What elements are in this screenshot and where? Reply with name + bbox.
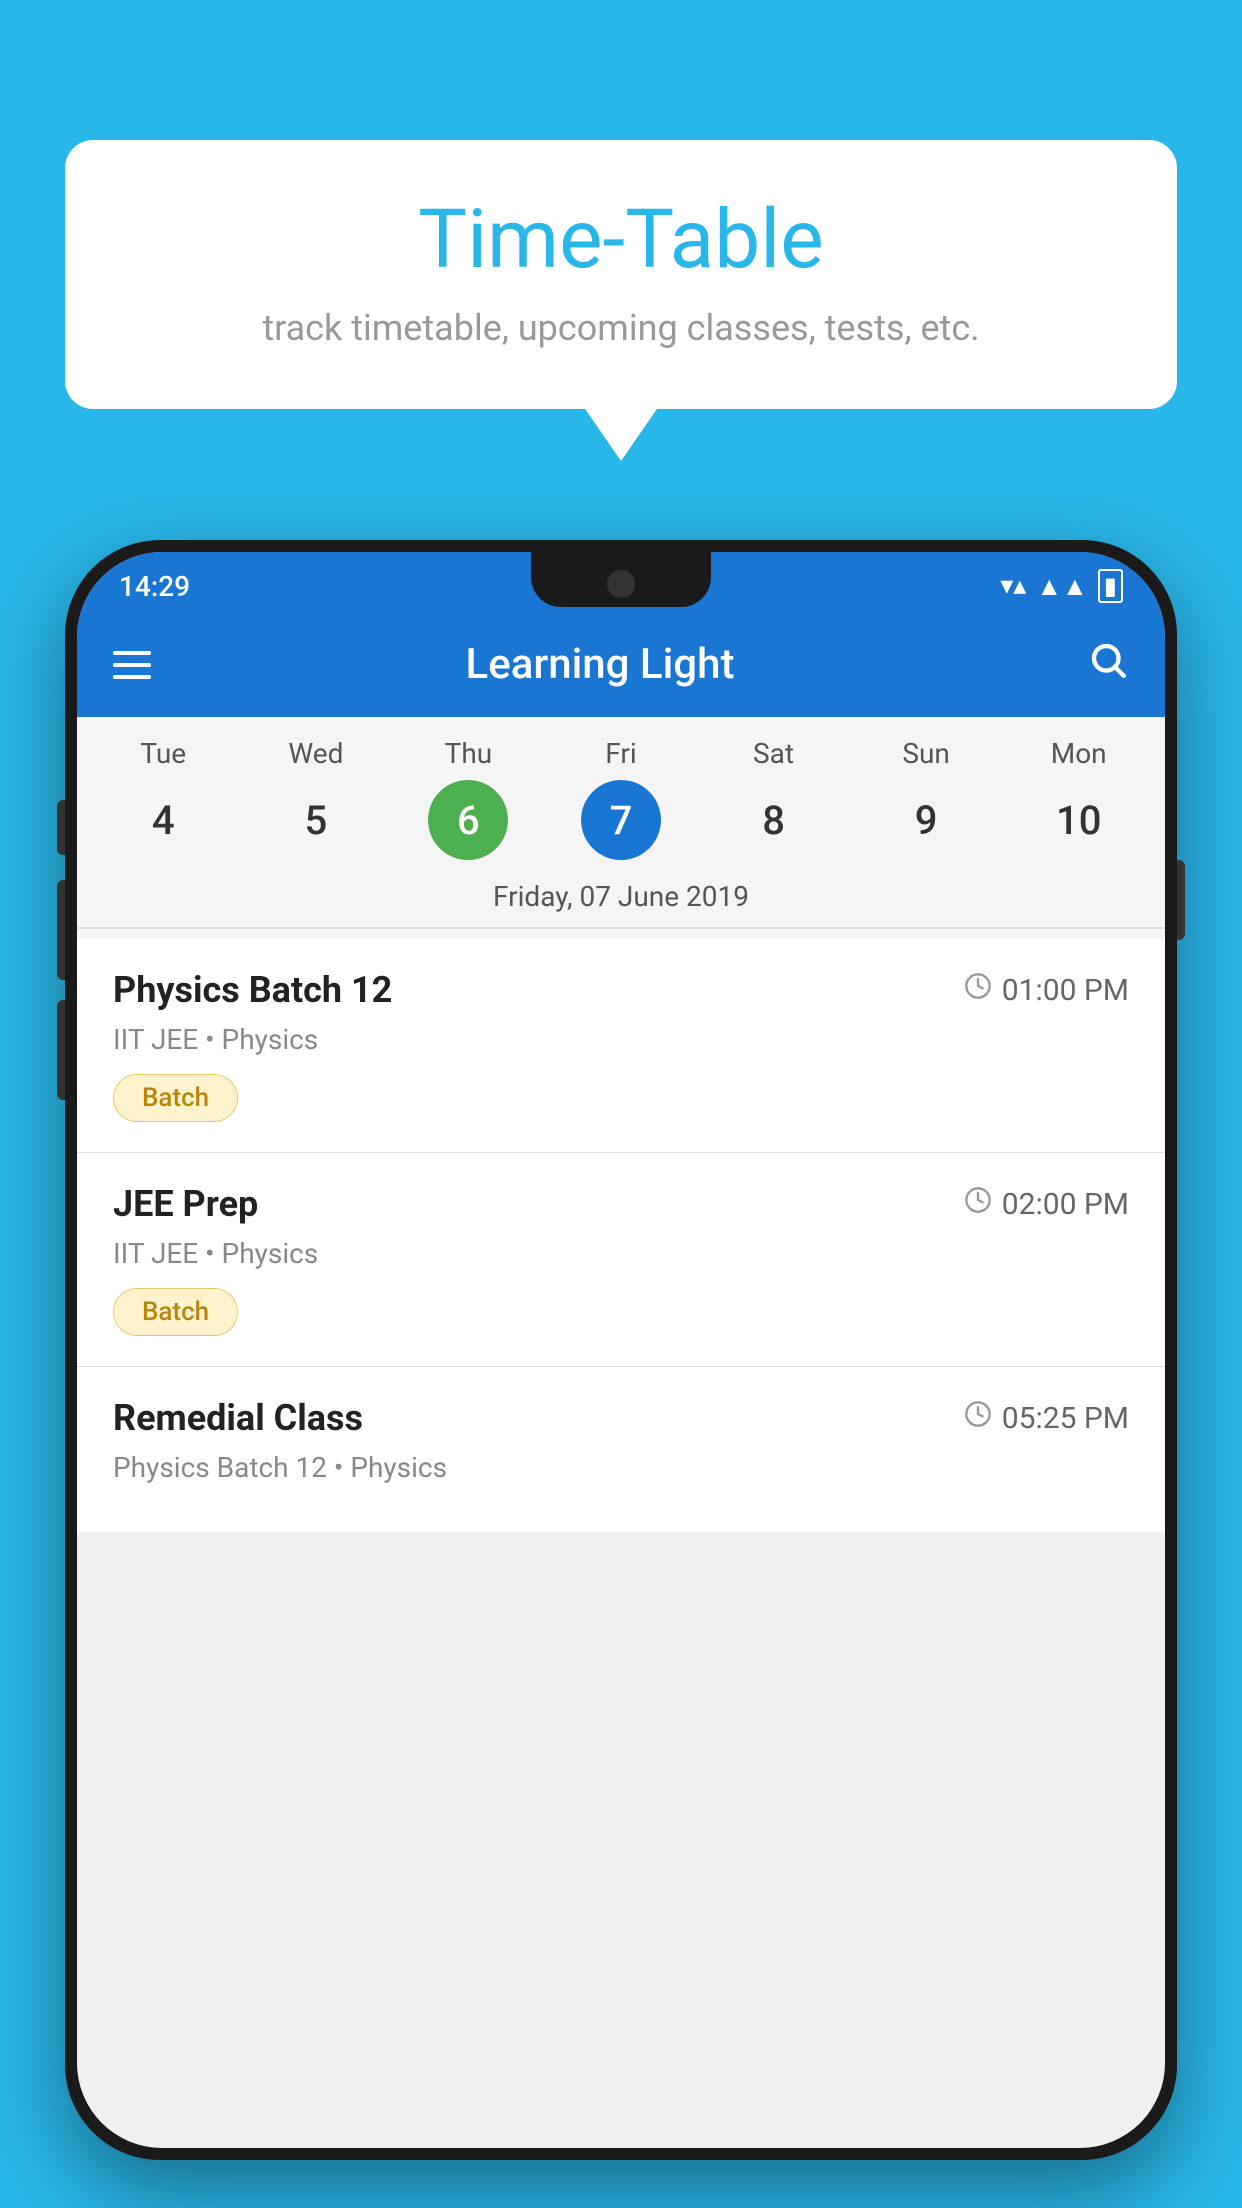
schedule-time-3: 05:25 PM — [964, 1400, 1129, 1436]
hamburger-line-1 — [113, 651, 151, 655]
phone-wrapper: 14:29 ▾▴ ▲▲ ▮ Learning Light — [65, 540, 1177, 2208]
day-names-row: Tue Wed Thu Fri Sat Sun Mon — [77, 737, 1165, 770]
schedule-subtitle-1: IIT JEE • Physics — [113, 1023, 1129, 1056]
status-icons: ▾▴ ▲▲ ▮ — [1000, 569, 1123, 603]
time-label-2: 02:00 PM — [1002, 1187, 1129, 1222]
day-name-mon: Mon — [1002, 737, 1155, 770]
day-4[interactable]: 4 — [87, 780, 240, 860]
schedule-title-2: JEE Prep — [113, 1183, 258, 1225]
calendar-divider — [77, 927, 1165, 929]
phone-frame: 14:29 ▾▴ ▲▲ ▮ Learning Light — [65, 540, 1177, 2160]
signal-icon: ▲▲ — [1036, 571, 1087, 602]
day-5[interactable]: 5 — [240, 780, 393, 860]
day-8[interactable]: 8 — [697, 780, 850, 860]
app-bar: Learning Light — [77, 612, 1165, 717]
selected-date-label: Friday, 07 June 2019 — [77, 872, 1165, 927]
schedule-item-1[interactable]: Physics Batch 12 01:00 PM IIT JEE • P — [77, 939, 1165, 1153]
day-name-wed: Wed — [240, 737, 393, 770]
schedule-item-1-header: Physics Batch 12 01:00 PM — [113, 969, 1129, 1011]
hamburger-line-2 — [113, 663, 151, 667]
schedule-list: Physics Batch 12 01:00 PM IIT JEE • P — [77, 939, 1165, 1532]
calendar-strip: Tue Wed Thu Fri Sat Sun Mon 4 5 6 7 8 9 … — [77, 717, 1165, 939]
hamburger-line-3 — [113, 675, 151, 679]
phone-notch — [531, 552, 711, 607]
day-name-thu: Thu — [392, 737, 545, 770]
volume-up-button — [57, 880, 65, 980]
day-name-sat: Sat — [697, 737, 850, 770]
schedule-item-3[interactable]: Remedial Class 05:25 PM Physics Batch — [77, 1367, 1165, 1532]
day-name-sun: Sun — [850, 737, 1003, 770]
speech-bubble: Time-Table track timetable, upcoming cla… — [65, 140, 1177, 409]
volume-down-button — [57, 1000, 65, 1100]
schedule-title-1: Physics Batch 12 — [113, 969, 392, 1011]
power-button — [1177, 860, 1185, 940]
time-label-3: 05:25 PM — [1002, 1401, 1129, 1436]
day-name-fri: Fri — [545, 737, 698, 770]
bubble-title: Time-Table — [125, 195, 1117, 285]
schedule-time-1: 01:00 PM — [964, 972, 1129, 1008]
schedule-item-2[interactable]: JEE Prep 02:00 PM IIT JEE • Physics — [77, 1153, 1165, 1367]
wifi-icon: ▾▴ — [1000, 571, 1026, 601]
day-6-today[interactable]: 6 — [428, 780, 508, 860]
battery-icon: ▮ — [1098, 569, 1123, 603]
batch-badge-2: Batch — [113, 1288, 238, 1336]
bubble-subtitle: track timetable, upcoming classes, tests… — [125, 307, 1117, 349]
day-10[interactable]: 10 — [1002, 780, 1155, 860]
schedule-time-2: 02:00 PM — [964, 1186, 1129, 1222]
schedule-item-2-header: JEE Prep 02:00 PM — [113, 1183, 1129, 1225]
batch-badge-1: Batch — [113, 1074, 238, 1122]
volume-silent-button — [57, 800, 65, 855]
speech-bubble-container: Time-Table track timetable, upcoming cla… — [65, 140, 1177, 409]
clock-icon-3 — [964, 1400, 992, 1436]
app-title: Learning Light — [181, 640, 1019, 689]
time-label-1: 01:00 PM — [1002, 973, 1129, 1008]
day-9[interactable]: 9 — [850, 780, 1003, 860]
search-button[interactable] — [1087, 639, 1129, 691]
day-name-tue: Tue — [87, 737, 240, 770]
schedule-title-3: Remedial Class — [113, 1397, 363, 1439]
clock-icon-1 — [964, 972, 992, 1008]
status-time: 14:29 — [119, 570, 190, 603]
clock-icon-2 — [964, 1186, 992, 1222]
schedule-subtitle-2: IIT JEE • Physics — [113, 1237, 1129, 1270]
schedule-subtitle-3: Physics Batch 12 • Physics — [113, 1451, 1129, 1484]
schedule-item-3-header: Remedial Class 05:25 PM — [113, 1397, 1129, 1439]
front-camera — [607, 570, 635, 598]
hamburger-menu-button[interactable] — [113, 651, 151, 679]
day-numbers-row: 4 5 6 7 8 9 10 — [77, 780, 1165, 860]
day-7-selected[interactable]: 7 — [581, 780, 661, 860]
phone-screen: 14:29 ▾▴ ▲▲ ▮ Learning Light — [77, 552, 1165, 2148]
